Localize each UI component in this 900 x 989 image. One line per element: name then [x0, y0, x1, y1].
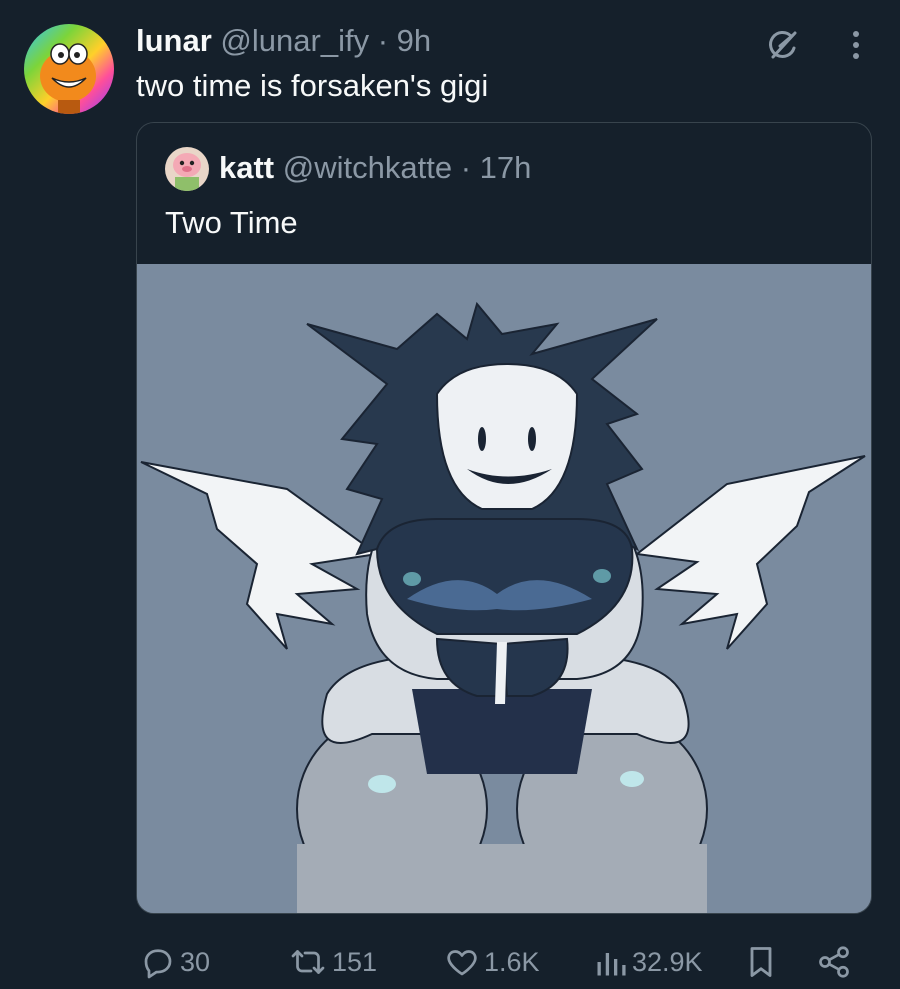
repost-button[interactable]: 151 [288, 938, 377, 986]
quoted-author-handle[interactable]: @witchkatte [283, 150, 452, 185]
tweet-text: two time is forsaken's gigi [136, 68, 489, 103]
more-vertical-icon[interactable] [842, 26, 870, 64]
author-handle[interactable]: @lunar_ify [220, 23, 369, 58]
heart-icon [444, 944, 480, 980]
author-name[interactable]: lunar [136, 23, 212, 58]
tweet[interactable]: lunar @lunar_ify · 9h two time is forsak… [0, 0, 900, 989]
grok-icon[interactable] [764, 26, 802, 64]
quoted-header: katt @witchkatte · 17h [219, 149, 531, 187]
quoted-media-image[interactable] [137, 264, 871, 913]
quoted-author-name[interactable]: katt [219, 150, 274, 185]
tweet-action-bar: 30 151 1.6K 32.9K [0, 938, 900, 986]
views-icon [594, 944, 628, 980]
quoted-text: Two Time [165, 205, 298, 240]
bookmark-button[interactable] [744, 938, 778, 986]
share-button[interactable] [816, 938, 852, 986]
views-count: 32.9K [632, 946, 703, 977]
tweet-time[interactable]: · 9h [378, 23, 431, 58]
repost-icon [288, 944, 328, 980]
reply-button[interactable]: 30 [140, 938, 210, 986]
quoted-tweet[interactable]: katt @witchkatte · 17h Two Time [136, 122, 872, 914]
repost-count: 151 [332, 946, 378, 977]
reply-count: 30 [180, 946, 211, 977]
quoted-author-avatar[interactable] [165, 147, 209, 191]
views-button[interactable]: 32.9K [594, 938, 703, 986]
like-count: 1.6K [484, 946, 540, 977]
author-avatar[interactable] [24, 24, 114, 114]
like-button[interactable]: 1.6K [444, 938, 540, 986]
bookmark-icon [744, 944, 778, 980]
reply-icon [140, 944, 176, 980]
tweet-header: lunar @lunar_ify · 9h [136, 22, 431, 60]
quoted-time[interactable]: · 17h [461, 150, 532, 185]
share-icon [816, 944, 852, 980]
